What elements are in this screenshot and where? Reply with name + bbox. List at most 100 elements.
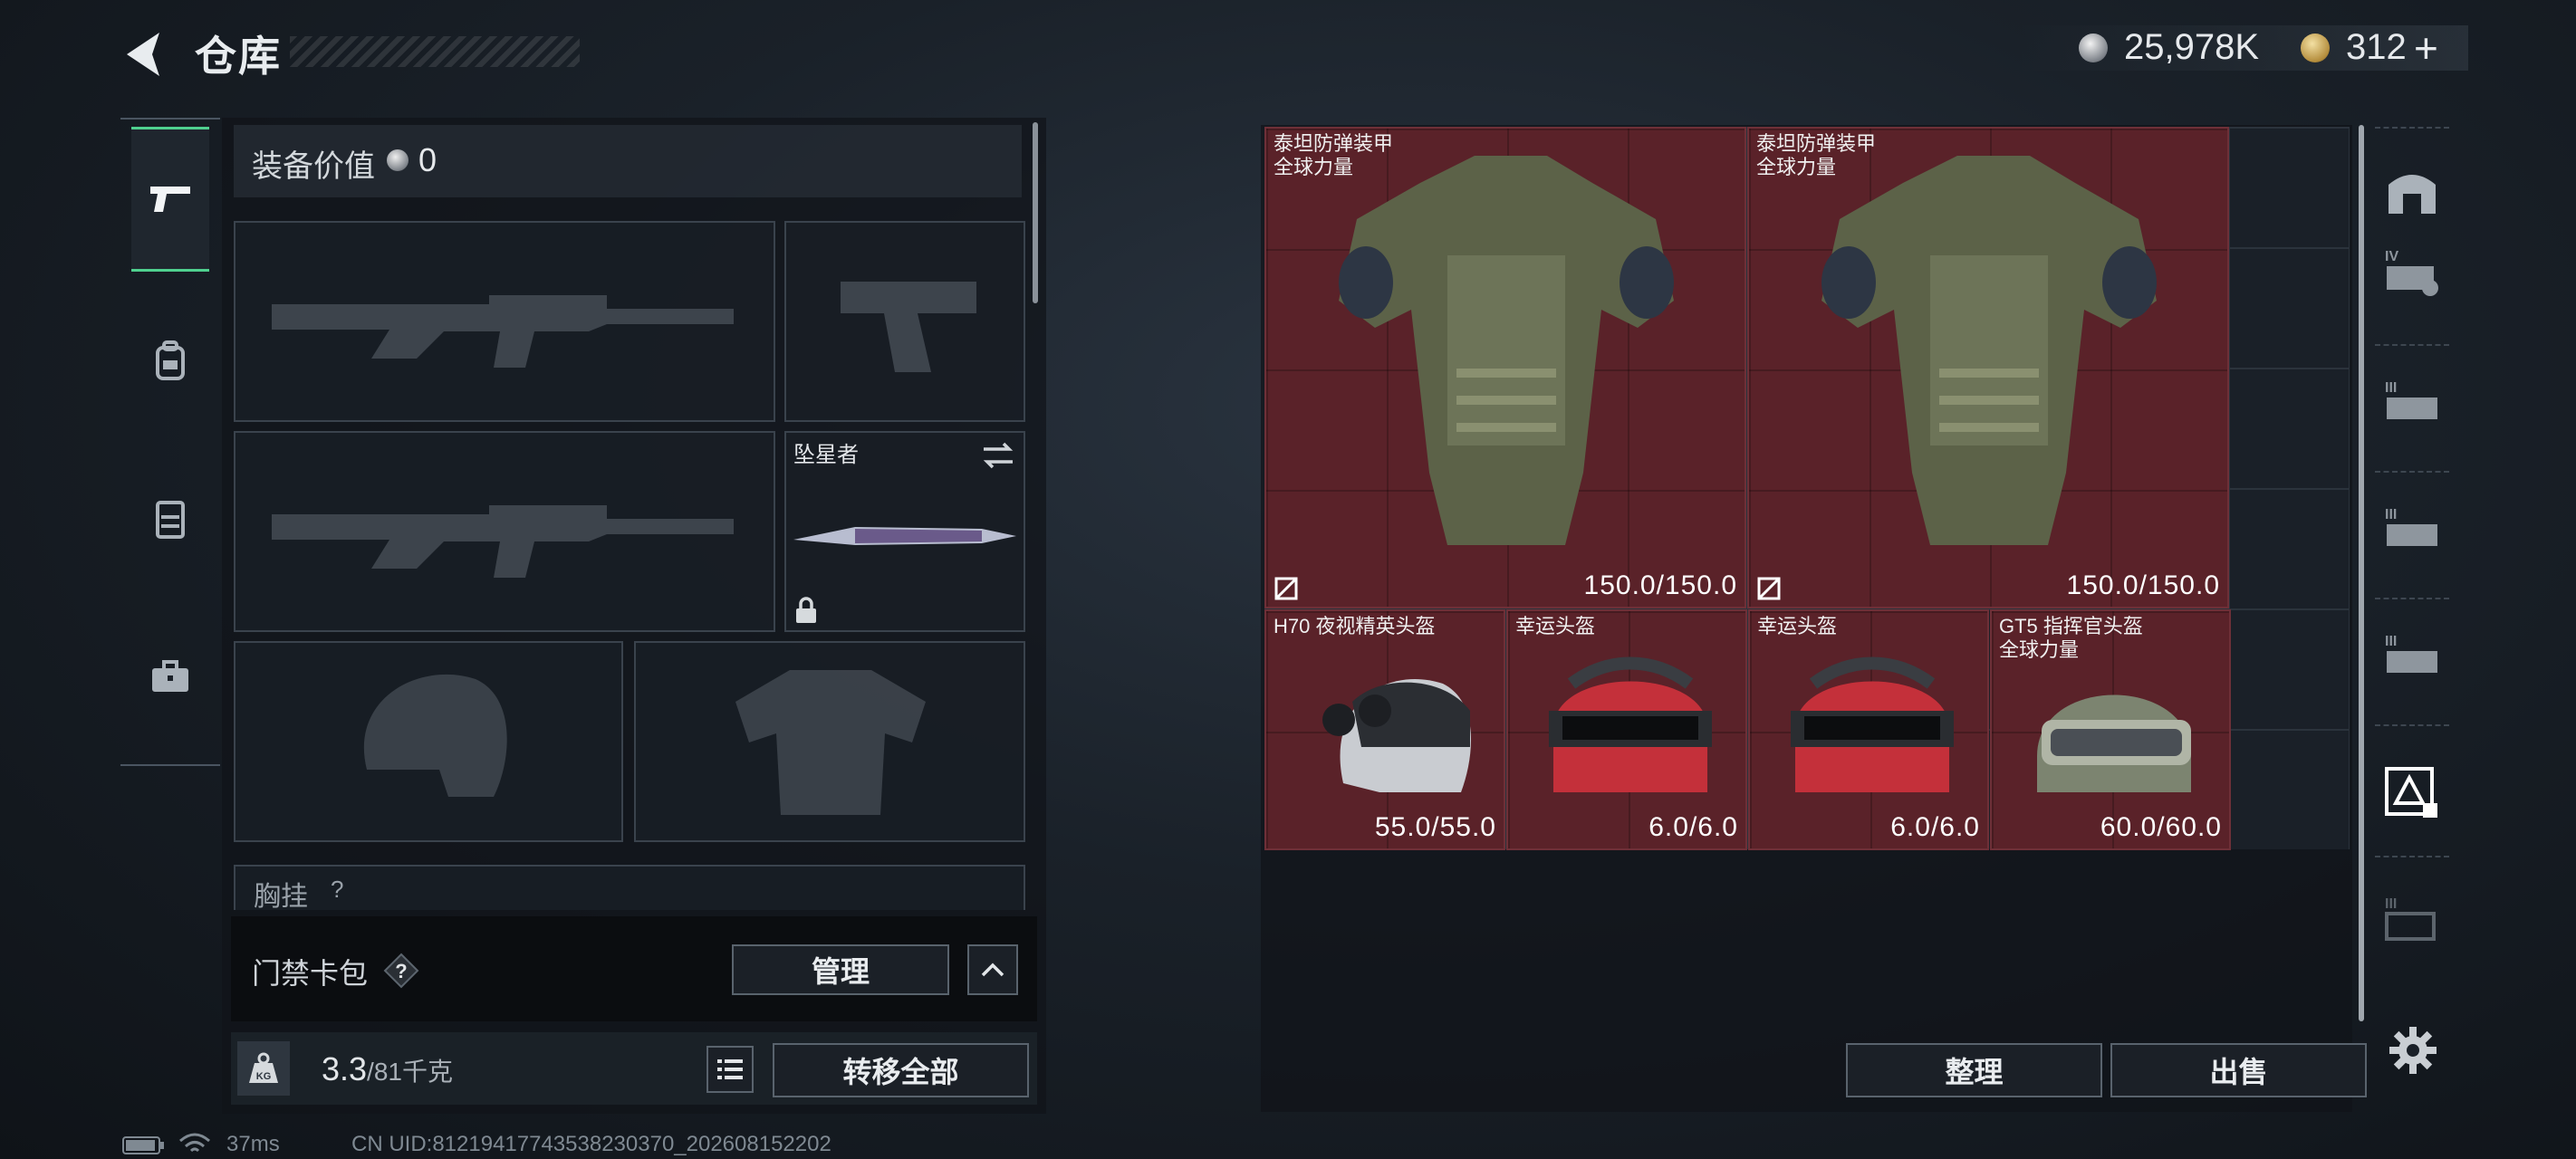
pistol-icon: [150, 187, 190, 212]
storage-scrollbar[interactable]: [2359, 125, 2364, 1021]
item-name-line1: H70 夜视精英头盔: [1274, 615, 1436, 637]
keycard-label: 门禁卡包: [252, 957, 369, 990]
warehouse-icon: [2389, 175, 2436, 214]
armor-silhouette-icon: [735, 670, 926, 815]
lucky-helmet-icon: [1791, 656, 1954, 792]
pistol-silhouette-icon: [841, 282, 976, 372]
rifle-silhouette-icon: [272, 505, 734, 578]
nav-storage-4[interactable]: IV: [2380, 240, 2444, 303]
knife-icon: [793, 527, 1016, 545]
transfer-all-button[interactable]: 转移全部: [773, 1043, 1029, 1097]
silver-coin-icon: [2079, 34, 2108, 62]
swap-icon[interactable]: [980, 440, 1016, 471]
weight-readout: 3.3/81千克: [322, 1050, 453, 1088]
storage-box-icon: III: [2385, 507, 2437, 546]
item-durability: 6.0/6.0: [1890, 812, 1980, 842]
item-name: 幸运头盔: [1515, 615, 1595, 638]
nav-warehouse[interactable]: [2380, 158, 2444, 222]
secondary-weapon-slot[interactable]: [234, 431, 775, 632]
sell-button[interactable]: 出售: [2110, 1043, 2367, 1097]
svg-text:IV: IV: [2385, 249, 2398, 264]
help-icon[interactable]: ?: [383, 953, 419, 989]
storage-item-helmet[interactable]: H70 夜视精英头盔 55.0/55.0: [1264, 609, 1505, 850]
list-view-button[interactable]: [706, 1046, 754, 1093]
tab-backpack[interactable]: [131, 321, 209, 399]
chest-rig-slot[interactable]: 胸挂 ?: [234, 865, 1025, 910]
manage-button[interactable]: 管理: [732, 944, 949, 995]
helmet-slot[interactable]: [234, 641, 623, 842]
nav-storage-3a[interactable]: III: [2380, 371, 2444, 435]
storage-item-armor[interactable]: 泰坦防弹装甲 全球力量 150.0/150.0: [1747, 127, 2229, 608]
equip-value: 0: [418, 141, 437, 178]
storage-box-icon: III: [2385, 896, 2436, 941]
armor-icon: [1821, 156, 2157, 545]
storage-box-icon: III: [2385, 634, 2437, 673]
nav-storage-3e[interactable]: III: [2380, 887, 2444, 951]
back-arrow-icon[interactable]: [118, 27, 172, 81]
nav-divider: [2375, 856, 2449, 857]
svg-text:III: III: [2385, 634, 2397, 649]
nav-storage-3c[interactable]: III: [2380, 625, 2444, 688]
storage-item-armor[interactable]: 泰坦防弹装甲 全球力量 150.0/150.0: [1264, 127, 1746, 608]
no-insure-icon: [1757, 577, 1781, 600]
silver-coin-icon: [387, 149, 409, 171]
chest-rig-label: 胸挂: [254, 882, 308, 910]
gold-coin-icon: [2301, 34, 2330, 62]
gold-balance: 312: [2346, 27, 2407, 67]
item-name-line1: 幸运头盔: [1515, 615, 1596, 637]
sidearm-slot[interactable]: [784, 221, 1025, 422]
item-name-line1: 幸运头盔: [1757, 615, 1838, 637]
helmet-silhouette-icon: [363, 674, 507, 797]
page-title: 仓库: [195, 33, 282, 80]
nvg-helmet-icon: [1322, 678, 1472, 792]
storage-item-helmet[interactable]: 幸运头盔 6.0/6.0: [1506, 609, 1747, 850]
vest-icon: [156, 501, 185, 539]
sort-button[interactable]: 整理: [1846, 1043, 2102, 1097]
svg-text:III: III: [2385, 507, 2397, 522]
melee-name: 坠星者: [793, 443, 859, 467]
nav-divider: [2375, 598, 2449, 599]
svg-text:?: ?: [395, 960, 407, 982]
storage-item-helmet[interactable]: GT5 指挥官头盔 全球力量 60.0/60.0: [1990, 609, 2231, 850]
gear-icon[interactable]: [2386, 1023, 2440, 1078]
nav-storage-3b[interactable]: III: [2380, 498, 2444, 561]
nav-storage-3d-active[interactable]: [2380, 761, 2444, 824]
add-currency-button[interactable]: +: [2414, 24, 2438, 72]
tab-case[interactable]: [131, 638, 209, 716]
svg-text:III: III: [2385, 896, 2397, 912]
storage-box-icon: IV: [2385, 249, 2438, 296]
loadout-scrollbar[interactable]: [1033, 122, 1038, 303]
title-decoration: [290, 36, 580, 67]
item-durability: 6.0/6.0: [1648, 812, 1738, 842]
backpack-icon: [156, 340, 185, 380]
ping-readout: 37ms: [226, 1132, 280, 1156]
item-durability: 150.0/150.0: [2066, 570, 2220, 600]
collapse-button[interactable]: [967, 944, 1018, 995]
lock-icon: [796, 597, 816, 623]
nav-divider: [2375, 724, 2449, 726]
nav-divider: [2375, 127, 2449, 129]
commander-helmet-icon: [2037, 694, 2191, 792]
tab-vest[interactable]: [131, 480, 209, 558]
lucky-helmet-icon: [1549, 656, 1712, 792]
briefcase-icon: [152, 660, 188, 692]
armor-slot[interactable]: [634, 641, 1025, 842]
item-durability: 60.0/60.0: [2100, 812, 2222, 842]
silver-balance: 25,978K: [2124, 27, 2260, 67]
item-name-line1: GT5 指挥官头盔: [1999, 615, 2143, 637]
svg-text:III: III: [2385, 380, 2397, 396]
storage-box-icon: III: [2385, 380, 2437, 419]
item-durability: 150.0/150.0: [1583, 570, 1737, 600]
storage-item-helmet[interactable]: 幸运头盔 6.0/6.0: [1748, 609, 1989, 850]
equip-value-label: 装备价值: [252, 149, 375, 184]
melee-slot[interactable]: 坠星者: [784, 431, 1025, 632]
armor-icon: [1339, 156, 1674, 545]
primary-weapon-slot[interactable]: [234, 221, 775, 422]
tab-weapons[interactable]: [131, 127, 209, 272]
storage-box-active-icon: [2385, 767, 2437, 818]
chest-rig-help-icon[interactable]: ?: [331, 876, 343, 904]
item-durability: 55.0/55.0: [1374, 812, 1496, 842]
weight-max: /81千克: [367, 1058, 453, 1086]
battery-icon: [122, 1136, 164, 1154]
uid-readout: CN UID:8121941774353823037​0_20260815220…: [351, 1132, 831, 1156]
